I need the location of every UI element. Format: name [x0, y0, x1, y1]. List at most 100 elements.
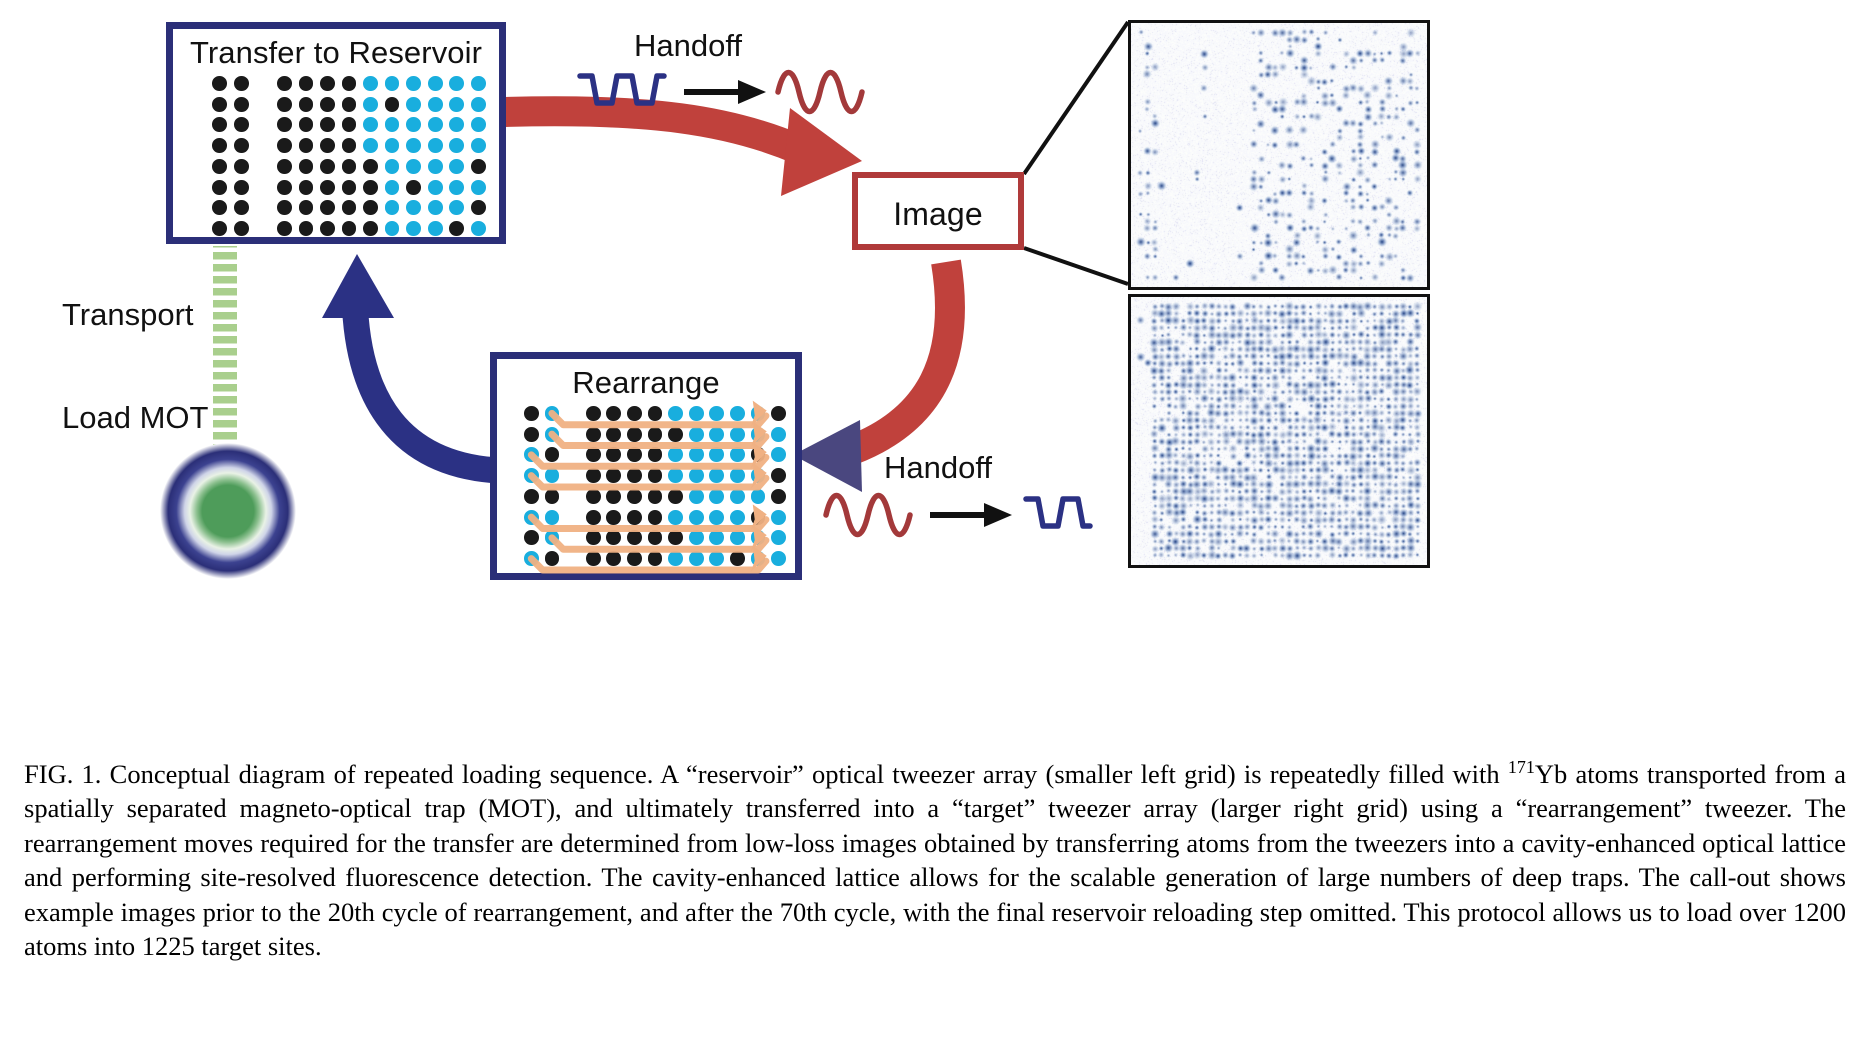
- atom-dot: [298, 96, 314, 112]
- target-site-dot: [470, 138, 486, 154]
- target-site-dot: [363, 96, 378, 112]
- reservoir-box[interactable]: Transfer to Reservoir: [166, 22, 506, 244]
- target-site-dot: [470, 179, 486, 195]
- rearrange-box[interactable]: Rearrange: [490, 352, 802, 580]
- target-site-dot: [470, 117, 486, 133]
- rearrange-move-path: [527, 555, 770, 574]
- target-site-dot: [427, 75, 443, 91]
- target-site-dot: [449, 158, 465, 174]
- target-site-dot: [406, 158, 421, 174]
- atom-dot: [320, 75, 335, 91]
- target-site-dot: [406, 200, 421, 216]
- atom-dot: [341, 200, 357, 216]
- arrow-rearrange-to-reservoir: [322, 254, 494, 483]
- rearrange-move-path: [548, 430, 770, 450]
- target-site-dot: [363, 75, 378, 91]
- target-site-dot: [384, 117, 400, 133]
- atom-dot: [298, 221, 314, 237]
- target-site-dot: [427, 221, 443, 237]
- atom-dot: [298, 75, 314, 91]
- target-site-dot: [406, 96, 421, 112]
- atom-dot: [276, 75, 292, 91]
- atom-dot: [233, 221, 249, 237]
- target-site-dot: [449, 138, 465, 154]
- fluorescence-bottom-canvas: [1131, 297, 1427, 565]
- image-box[interactable]: Image: [852, 172, 1024, 250]
- target-site-dot: [470, 75, 486, 91]
- atom-dot: [363, 179, 378, 195]
- fluorescence-bottom[interactable]: [1128, 294, 1430, 568]
- atom-dot: [320, 179, 335, 195]
- atom-dot: [276, 117, 292, 133]
- handoff-top-label: Handoff: [634, 28, 743, 63]
- rearrange-move-path: [527, 513, 770, 533]
- atom-dot: [363, 221, 378, 237]
- atom-dot: [212, 96, 228, 112]
- rearrange-move-path: [527, 472, 770, 491]
- target-site-dot: [406, 221, 421, 237]
- atom-dot: [320, 221, 335, 237]
- rearrange-move-path: [548, 409, 770, 429]
- atom-dot: [276, 138, 292, 154]
- atom-dot: [341, 117, 357, 133]
- target-site-dot: [427, 96, 443, 112]
- target-site-dot: [363, 138, 378, 154]
- target-site-dot: [384, 158, 400, 174]
- rearrange-move-path: [527, 451, 770, 470]
- target-site-dot: [406, 75, 421, 91]
- rearrange-move-paths: [527, 400, 770, 574]
- atom-dot: [341, 96, 357, 112]
- atom-dot: [212, 75, 228, 91]
- load-mot-label: Load MOT: [62, 400, 209, 435]
- atom-dot: [233, 75, 249, 91]
- atom-dot: [470, 158, 486, 174]
- target-site-dot: [427, 117, 443, 133]
- target-site-dot: [384, 179, 400, 195]
- reservoir-dot-grid: [209, 73, 489, 239]
- atom-dot: [298, 138, 314, 154]
- atom-dot: [298, 158, 314, 174]
- atom-dot: [298, 179, 314, 195]
- atom-dot: [212, 221, 228, 237]
- atom-dot: [384, 96, 400, 112]
- target-site-dot: [449, 117, 465, 133]
- target-site-dot: [427, 138, 443, 154]
- target-site-dot: [384, 200, 400, 216]
- atom-dot: [363, 158, 378, 174]
- sine-waveform-icon: [823, 492, 913, 538]
- atom-dot: [212, 138, 228, 154]
- atom-dot: [233, 138, 249, 154]
- atom-dot: [320, 117, 335, 133]
- atom-dot: [298, 117, 314, 133]
- atom-dot: [233, 200, 249, 216]
- target-site-dot: [384, 221, 400, 237]
- target-site-dot: [427, 158, 443, 174]
- target-site-dot: [427, 179, 443, 195]
- atom-dot: [233, 158, 249, 174]
- atom-dot: [276, 96, 292, 112]
- target-site-dot: [363, 117, 378, 133]
- atom-dot: [233, 96, 249, 112]
- target-site-dot: [449, 96, 465, 112]
- fluorescence-top[interactable]: [1128, 20, 1430, 290]
- target-site-dot: [470, 96, 486, 112]
- atom-dot: [212, 117, 228, 133]
- target-site-dot: [449, 179, 465, 195]
- transport-label: Transport: [62, 297, 194, 332]
- atom-dot: [449, 221, 465, 237]
- fluorescence-top-canvas: [1131, 23, 1427, 287]
- atom-dot: [341, 158, 357, 174]
- callout-lines: [1022, 20, 1130, 286]
- atom-dot: [276, 179, 292, 195]
- figure-root: Transfer to Reservoir Rearrange Image Ha…: [0, 0, 1868, 1044]
- atom-dot: [341, 138, 357, 154]
- target-site-dot: [470, 221, 486, 237]
- atom-dot: [320, 158, 335, 174]
- atom-dot: [233, 117, 249, 133]
- atom-dot: [470, 200, 486, 216]
- atom-dot: [276, 158, 292, 174]
- right-arrow-icon: [684, 80, 766, 104]
- atom-dot: [406, 179, 421, 195]
- sine-waveform-icon: [775, 69, 865, 115]
- atom-dot: [212, 179, 228, 195]
